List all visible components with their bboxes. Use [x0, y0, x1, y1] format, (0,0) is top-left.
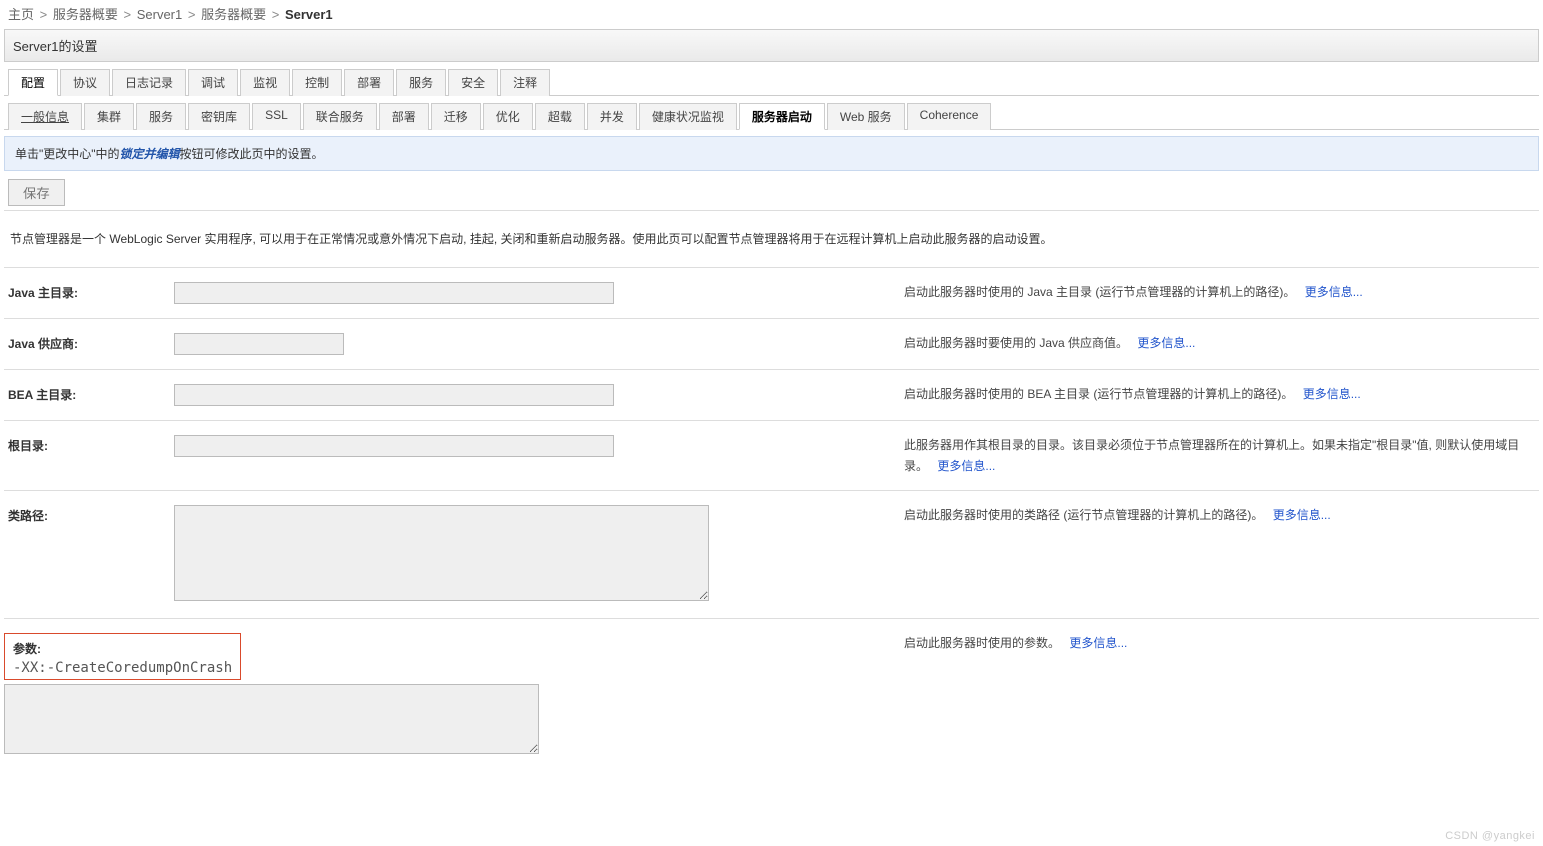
- subtab-keystore[interactable]: 密钥库: [188, 103, 250, 130]
- more-arguments[interactable]: 更多信息...: [1069, 636, 1127, 650]
- main-tabs: 配置 协议 日志记录 调试 监视 控制 部署 服务 安全 注释: [4, 68, 1539, 96]
- save-button: 保存: [8, 179, 65, 206]
- textarea-classpath[interactable]: [174, 505, 709, 601]
- subtab-ssl[interactable]: SSL: [252, 103, 301, 130]
- textarea-arguments[interactable]: [4, 684, 539, 754]
- subtab-deploy[interactable]: 部署: [379, 103, 429, 130]
- row-classpath: 类路径: 启动此服务器时使用的类路径 (运行节点管理器的计算机上的路径)。 更多…: [4, 490, 1539, 618]
- row-java-vendor: Java 供应商: 启动此服务器时要使用的 Java 供应商值。 更多信息...: [4, 318, 1539, 369]
- input-java-vendor[interactable]: [174, 333, 344, 355]
- page-title: Server1的设置: [4, 29, 1539, 62]
- breadcrumb-sep: >: [40, 7, 48, 22]
- row-java-home: Java 主目录: 启动此服务器时使用的 Java 主目录 (运行节点管理器的计…: [4, 267, 1539, 318]
- breadcrumb-sep: >: [188, 7, 196, 22]
- subtab-service[interactable]: 服务: [136, 103, 186, 130]
- tab-config[interactable]: 配置: [8, 69, 58, 96]
- label-bea-home: BEA 主目录:: [4, 384, 174, 403]
- subtab-health[interactable]: 健康状况监视: [639, 103, 737, 130]
- desc-arguments: 启动此服务器时使用的参数。: [904, 636, 1060, 650]
- desc-classpath: 启动此服务器时使用的类路径 (运行节点管理器的计算机上的路径)。: [904, 508, 1263, 522]
- arguments-highlight: 参数: -XX:-CreateCoredumpOnCrash: [4, 633, 241, 680]
- tab-security[interactable]: 安全: [448, 69, 498, 96]
- subtab-optimize[interactable]: 优化: [483, 103, 533, 130]
- input-root-dir[interactable]: [174, 435, 614, 457]
- more-classpath[interactable]: 更多信息...: [1273, 508, 1331, 522]
- save-row: 保存: [4, 175, 1539, 211]
- subtab-cluster[interactable]: 集群: [84, 103, 134, 130]
- label-arguments: 参数:: [13, 640, 232, 657]
- page-description: 节点管理器是一个 WebLogic Server 实用程序, 可以用于在正常情况…: [10, 229, 1533, 249]
- tab-logging[interactable]: 日志记录: [112, 69, 186, 96]
- label-classpath: 类路径:: [4, 505, 174, 524]
- value-arguments: -XX:-CreateCoredumpOnCrash: [13, 660, 232, 676]
- tab-control[interactable]: 控制: [292, 69, 342, 96]
- label-root-dir: 根目录:: [4, 435, 174, 454]
- watermark: CSDN @yangkei: [1445, 830, 1535, 842]
- subtab-server-start[interactable]: 服务器启动: [739, 103, 825, 130]
- tab-services[interactable]: 服务: [396, 69, 446, 96]
- breadcrumb-home[interactable]: 主页: [8, 7, 34, 22]
- subtab-overload[interactable]: 超载: [535, 103, 585, 130]
- desc-bea-home: 启动此服务器时使用的 BEA 主目录 (运行节点管理器的计算机上的路径)。: [904, 387, 1293, 401]
- tab-deploy[interactable]: 部署: [344, 69, 394, 96]
- subtab-coherence[interactable]: Coherence: [907, 103, 992, 130]
- subtab-federation[interactable]: 联合服务: [303, 103, 377, 130]
- more-root-dir[interactable]: 更多信息...: [937, 459, 995, 473]
- tab-protocol[interactable]: 协议: [60, 69, 110, 96]
- row-bea-home: BEA 主目录: 启动此服务器时使用的 BEA 主目录 (运行节点管理器的计算机…: [4, 369, 1539, 420]
- row-root-dir: 根目录: 此服务器用作其根目录的目录。该目录必须位于节点管理器所在的计算机上。如…: [4, 420, 1539, 490]
- more-bea-home[interactable]: 更多信息...: [1303, 387, 1361, 401]
- sub-tabs: 一般信息 集群 服务 密钥库 SSL 联合服务 部署 迁移 优化 超载 并发 健…: [4, 102, 1539, 130]
- breadcrumb-servers2[interactable]: 服务器概要: [201, 7, 266, 22]
- label-java-vendor: Java 供应商:: [4, 333, 174, 352]
- subtab-general[interactable]: 一般信息: [8, 103, 82, 130]
- row-arguments: 参数: -XX:-CreateCoredumpOnCrash 启动此服务器时使用…: [4, 618, 1539, 771]
- breadcrumb-server1[interactable]: Server1: [137, 7, 183, 22]
- breadcrumb-sep: >: [124, 7, 132, 22]
- breadcrumb-servers[interactable]: 服务器概要: [53, 7, 118, 22]
- tab-notes[interactable]: 注释: [500, 69, 550, 96]
- breadcrumb-sep: >: [272, 7, 280, 22]
- desc-java-home: 启动此服务器时使用的 Java 主目录 (运行节点管理器的计算机上的路径)。: [904, 285, 1295, 299]
- desc-java-vendor: 启动此服务器时要使用的 Java 供应商值。: [904, 336, 1128, 350]
- more-java-home[interactable]: 更多信息...: [1305, 285, 1363, 299]
- subtab-concurrency[interactable]: 并发: [587, 103, 637, 130]
- tab-monitor[interactable]: 监视: [240, 69, 290, 96]
- desc-root-dir: 此服务器用作其根目录的目录。该目录必须位于节点管理器所在的计算机上。如果未指定"…: [904, 438, 1519, 472]
- form-area: Java 主目录: 启动此服务器时使用的 Java 主目录 (运行节点管理器的计…: [4, 267, 1539, 771]
- lock-edit-link[interactable]: 锁定并编辑: [120, 147, 180, 161]
- info-suffix: 按钮可修改此页中的设置。: [180, 147, 324, 161]
- label-java-home: Java 主目录:: [4, 282, 174, 301]
- more-java-vendor[interactable]: 更多信息...: [1137, 336, 1195, 350]
- breadcrumb-current: Server1: [285, 7, 333, 22]
- input-java-home[interactable]: [174, 282, 614, 304]
- subtab-webservice[interactable]: Web 服务: [827, 103, 905, 130]
- tab-debug[interactable]: 调试: [188, 69, 238, 96]
- info-prefix: 单击"更改中心"中的: [15, 147, 120, 161]
- input-bea-home[interactable]: [174, 384, 614, 406]
- breadcrumb: 主页 > 服务器概要 > Server1 > 服务器概要 > Server1: [0, 0, 1543, 27]
- info-bar: 单击"更改中心"中的锁定并编辑按钮可修改此页中的设置。: [4, 136, 1539, 171]
- subtab-migration[interactable]: 迁移: [431, 103, 481, 130]
